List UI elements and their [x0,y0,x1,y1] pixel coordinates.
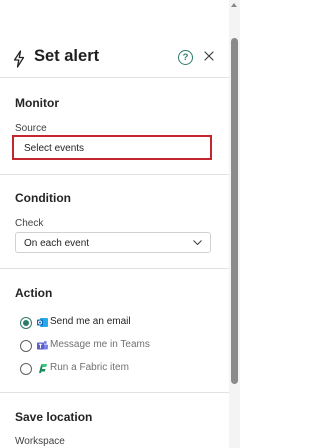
radio-email[interactable] [20,317,32,329]
action-option-fabric[interactable]: Run a Fabric item [20,362,220,376]
check-label: Check [15,218,44,229]
vertical-scrollbar[interactable] [229,0,240,448]
condition-divider [0,268,229,269]
set-alert-panel: Set alert ? Monitor Source Select events… [0,0,229,448]
action-heading: Action [15,286,53,300]
source-label: Source [15,123,47,134]
source-input[interactable]: Select events [12,135,212,160]
check-value: On each event [24,238,90,249]
monitor-divider [0,174,229,175]
scroll-up-arrow-icon[interactable] [231,3,237,7]
lightning-icon [13,50,25,68]
action-option-teams[interactable]: Message me in Teams [20,339,220,353]
header-divider [0,77,229,78]
action-option-label: Send me an email [50,316,131,327]
chevron-down-icon [193,240,202,246]
action-option-email[interactable]: Send me an email [20,316,220,330]
outlook-icon [37,318,48,327]
action-option-label: Message me in Teams [50,339,150,350]
workspace-label: Workspace [15,436,65,447]
close-icon[interactable] [202,49,216,63]
monitor-heading: Monitor [15,96,59,110]
panel-title: Set alert [34,47,100,65]
radio-teams[interactable] [20,340,32,352]
save-location-heading: Save location [15,410,93,424]
scrollbar-thumb[interactable] [231,38,238,384]
action-option-label: Run a Fabric item [50,362,129,373]
radio-fabric[interactable] [20,363,32,375]
teams-icon [37,341,48,350]
source-value: Select events [24,143,85,154]
panel-header: Set alert ? [0,40,229,74]
check-dropdown[interactable]: On each event [15,232,211,253]
action-divider [0,392,229,393]
fabric-icon [39,364,47,373]
condition-heading: Condition [15,191,71,205]
help-icon[interactable]: ? [178,50,193,65]
